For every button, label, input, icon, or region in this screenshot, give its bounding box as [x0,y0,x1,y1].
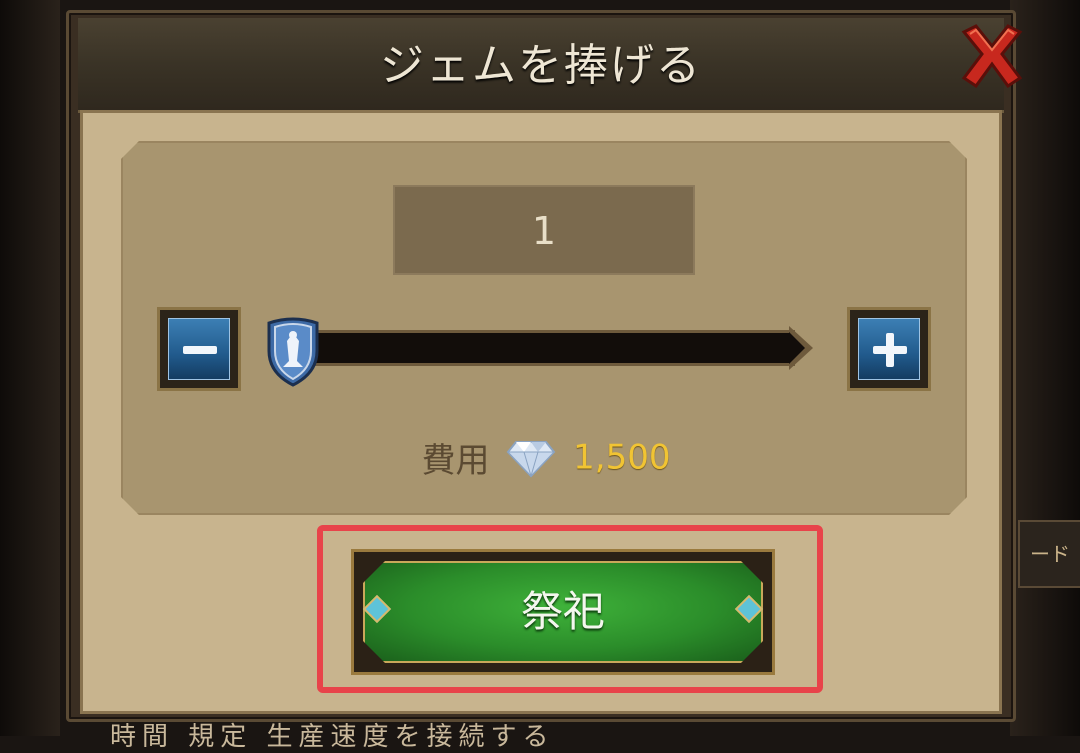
cost-label: 費用 [421,441,490,481]
background-left [0,0,60,736]
quantity-display: 1 [393,185,695,275]
offer-button[interactable]: 祭祀 [351,549,775,675]
decrease-button[interactable] [157,307,241,391]
quantity-slider[interactable] [265,317,825,377]
cost-row: 費用 1,500 [123,433,969,482]
offer-button-label: 祭祀 [520,587,605,636]
slider-track [275,330,795,366]
dialog-titlebar: ジェムを捧げる [78,18,1004,113]
cost-value: 1,500 [573,437,671,478]
dialog-title: ジェムを捧げる [380,40,702,91]
close-button[interactable] [954,18,1030,94]
slider-thumb-shield-icon[interactable] [265,317,321,387]
increase-button[interactable] [847,307,931,391]
plus-icon [858,318,920,380]
offer-gems-dialog: ジェムを捧げる 1 費用 1,500 祭祀 [58,10,1024,726]
quantity-panel: 1 費用 1,500 [121,141,967,515]
minus-icon [168,318,230,380]
background-side-tab: ード [1018,520,1080,588]
dialog-body: 1 費用 1,500 祭祀 [80,110,1002,714]
diamond-gem-icon [506,438,556,478]
close-icon [961,24,1023,89]
